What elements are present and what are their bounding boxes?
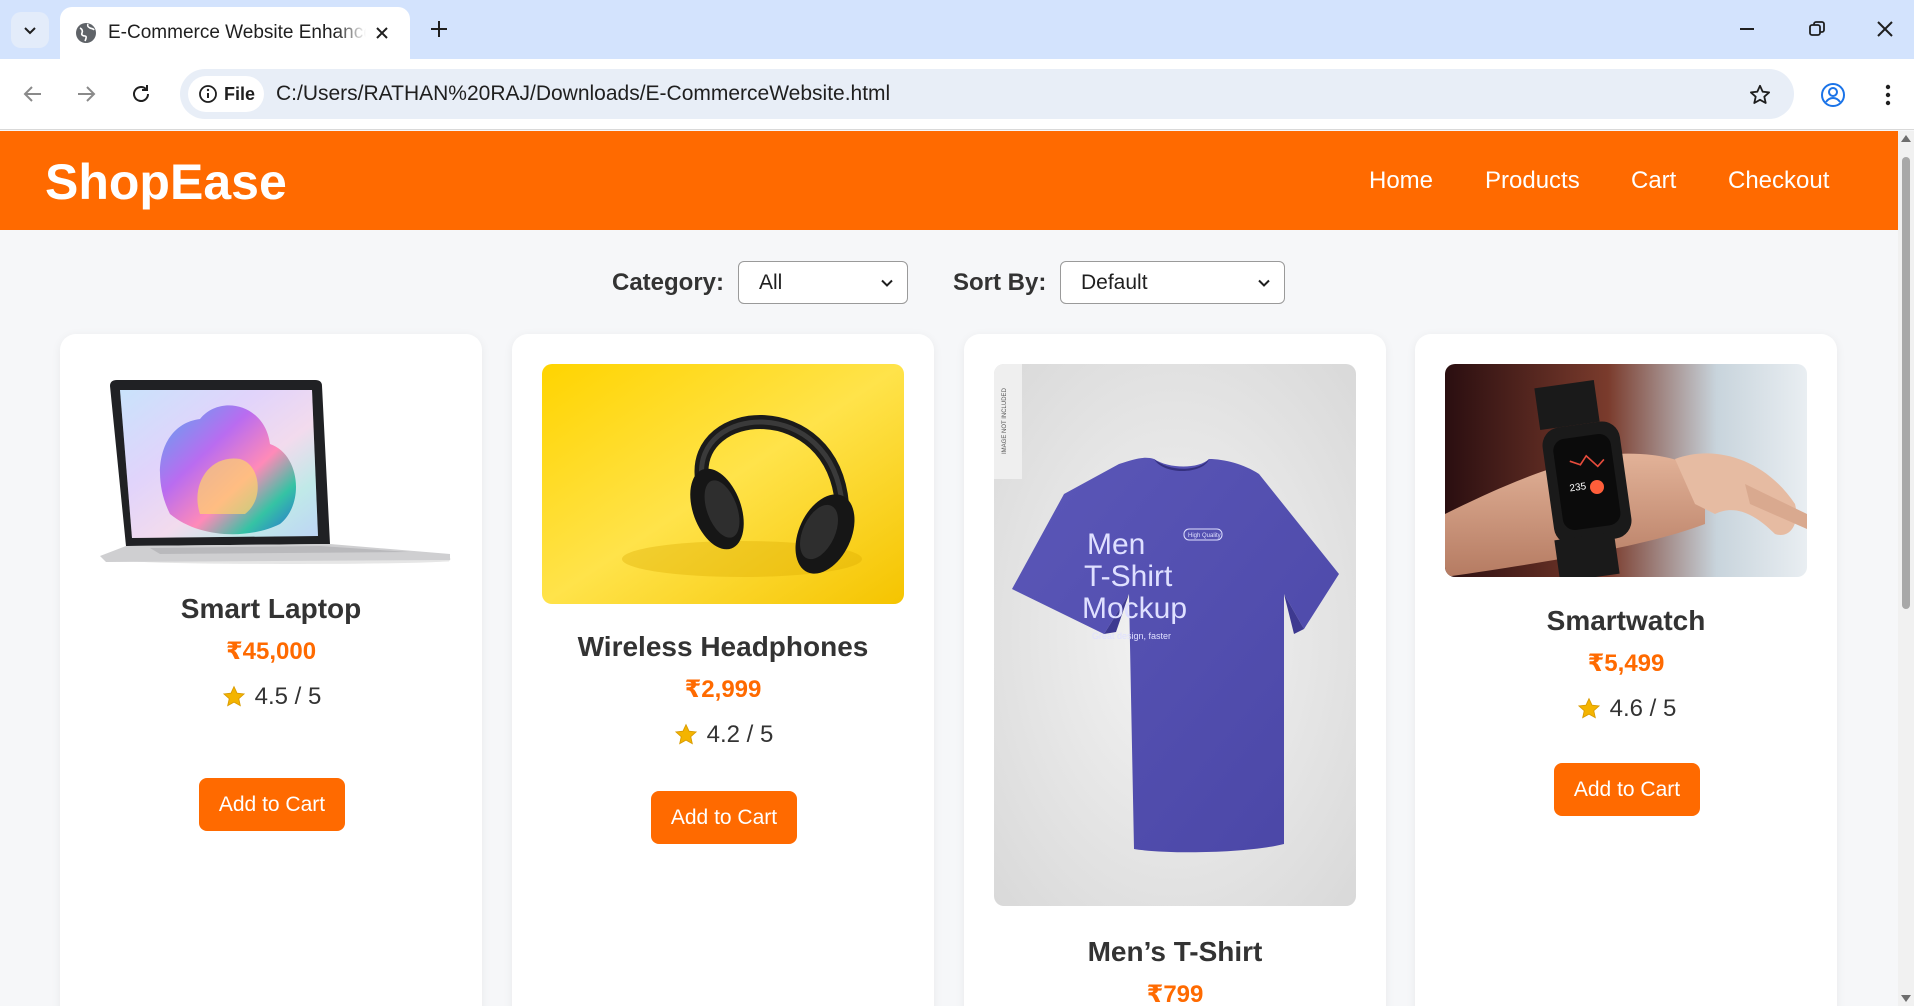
browser-tab[interactable]: E-Commerce Website Enhancement: [60, 7, 410, 59]
forward-button[interactable]: [67, 75, 105, 113]
nav-link-products[interactable]: Products: [1485, 167, 1580, 195]
close-icon: [1877, 21, 1893, 37]
globe-icon: [76, 23, 96, 43]
plus-icon: [431, 21, 447, 37]
nav-link-home[interactable]: Home: [1369, 167, 1433, 195]
rating-text: 4.5 / 5: [254, 683, 322, 710]
product-card-smart-laptop: Smart Laptop ₹45,000 4.5 / 5 Add to Cart: [60, 334, 482, 1006]
product-card-mens-tshirt: IMAGE NOT INCLUDED Men T-Shirt Mockup Gr…: [964, 334, 1386, 1006]
star-icon: [674, 723, 697, 745]
site-logo[interactable]: ShopEase: [45, 155, 287, 209]
tab-title: E-Commerce Website Enhancement: [108, 21, 366, 45]
browser-toolbar: File C:/Users/RATHAN%20RAJ/Downloads/E-C…: [0, 59, 1914, 130]
tshirt-image: IMAGE NOT INCLUDED Men T-Shirt Mockup Gr…: [994, 364, 1356, 906]
minimize-icon: [1740, 28, 1754, 30]
smartwatch-image: 235: [1445, 364, 1807, 577]
chevron-down-icon: [24, 27, 36, 35]
headphones-image: [542, 364, 904, 604]
bookmark-button[interactable]: [1744, 79, 1776, 111]
close-window-button[interactable]: [1860, 12, 1910, 46]
product-rating: 4.2 / 5: [512, 721, 934, 749]
restore-button[interactable]: [1792, 12, 1842, 46]
new-tab-button[interactable]: [424, 14, 454, 44]
page-scrollbar[interactable]: [1898, 131, 1914, 1006]
nav-link-checkout[interactable]: Checkout: [1728, 167, 1829, 195]
tshirt-side-note: IMAGE NOT INCLUDED: [1002, 387, 1008, 454]
browser-tab-strip: E-Commerce Website Enhancement: [0, 0, 1914, 59]
page-viewport: ShopEase Home Products Cart Checkout Cat…: [0, 131, 1898, 1006]
scroll-thumb[interactable]: [1902, 157, 1910, 609]
back-button[interactable]: [14, 75, 52, 113]
url-scheme-label: File: [224, 83, 256, 104]
filter-bar: Category: All Sort By: Default: [0, 261, 1898, 305]
sort-select[interactable]: Default: [1060, 261, 1285, 304]
star-icon: [222, 685, 245, 707]
category-select[interactable]: All: [738, 261, 908, 304]
product-price: ₹5,499: [1587, 650, 1665, 677]
product-name: Smart Laptop: [180, 593, 362, 624]
tshirt-mockup-line2: T-Shirt: [1084, 560, 1173, 593]
sort-select-value: Default: [1081, 271, 1148, 294]
reload-icon: [133, 85, 149, 102]
tshirt-mockup-line1: Men: [1087, 528, 1145, 561]
sort-label: Sort By:: [953, 269, 1047, 296]
add-to-cart-button[interactable]: Add to Cart: [1554, 763, 1700, 816]
more-vertical-icon: [1885, 84, 1891, 106]
arrow-right-icon: [78, 86, 96, 102]
category-select-value: All: [759, 271, 783, 294]
close-icon: [376, 27, 388, 39]
product-name: Men’s T-Shirt: [1087, 936, 1263, 967]
profile-button[interactable]: [1814, 77, 1852, 113]
chevron-down-icon: [881, 279, 893, 287]
product-rating: 4.6 / 5: [1415, 695, 1837, 723]
tshirt-mockup-badge: High Quality: [1188, 533, 1221, 539]
tab-search-button[interactable]: [11, 12, 49, 48]
star-icon: [1577, 697, 1600, 719]
tshirt-mockup-tagline: Great design, faster: [1092, 631, 1171, 641]
rating-text: 4.2 / 5: [706, 721, 774, 748]
browser-menu-button[interactable]: [1870, 77, 1906, 113]
minimize-button[interactable]: [1722, 12, 1772, 46]
arrow-left-icon: [23, 86, 41, 102]
product-name: Smartwatch: [1546, 605, 1706, 636]
reload-button[interactable]: [122, 75, 160, 113]
product-price: ₹799: [1146, 981, 1204, 1006]
product-name: Wireless Headphones: [577, 631, 869, 662]
close-tab-button[interactable]: [370, 21, 394, 45]
add-to-cart-button[interactable]: Add to Cart: [651, 791, 797, 844]
nav-link-cart[interactable]: Cart: [1631, 167, 1676, 195]
star-outline-icon: [1750, 84, 1770, 104]
rating-text: 4.6 / 5: [1609, 695, 1677, 722]
product-card-wireless-headphones: Wireless Headphones ₹2,999 4.2 / 5 Add t…: [512, 334, 934, 1006]
scroll-down-arrow[interactable]: [1901, 995, 1911, 1002]
account-icon: [1821, 83, 1845, 107]
product-card-smartwatch: 235 Smartwatch ₹5,499 4.6 / 5 Add to Car…: [1415, 334, 1837, 1006]
address-bar[interactable]: File C:/Users/RATHAN%20RAJ/Downloads/E-C…: [180, 69, 1794, 119]
category-label: Category:: [612, 269, 725, 296]
tshirt-mockup-line3: Mockup: [1082, 592, 1187, 625]
product-price: ₹2,999: [684, 676, 762, 703]
url-text[interactable]: C:/Users/RATHAN%20RAJ/Downloads/E-Commer…: [276, 81, 890, 107]
site-header: ShopEase Home Products Cart Checkout: [0, 131, 1898, 230]
laptop-image: [90, 364, 452, 564]
info-icon: [199, 85, 217, 103]
scroll-up-arrow[interactable]: [1901, 135, 1911, 142]
chevron-down-icon: [1258, 279, 1270, 287]
product-rating: 4.5 / 5: [60, 683, 482, 711]
restore-icon: [1809, 21, 1825, 36]
add-to-cart-button[interactable]: Add to Cart: [199, 778, 345, 831]
product-price: ₹45,000: [225, 638, 317, 665]
